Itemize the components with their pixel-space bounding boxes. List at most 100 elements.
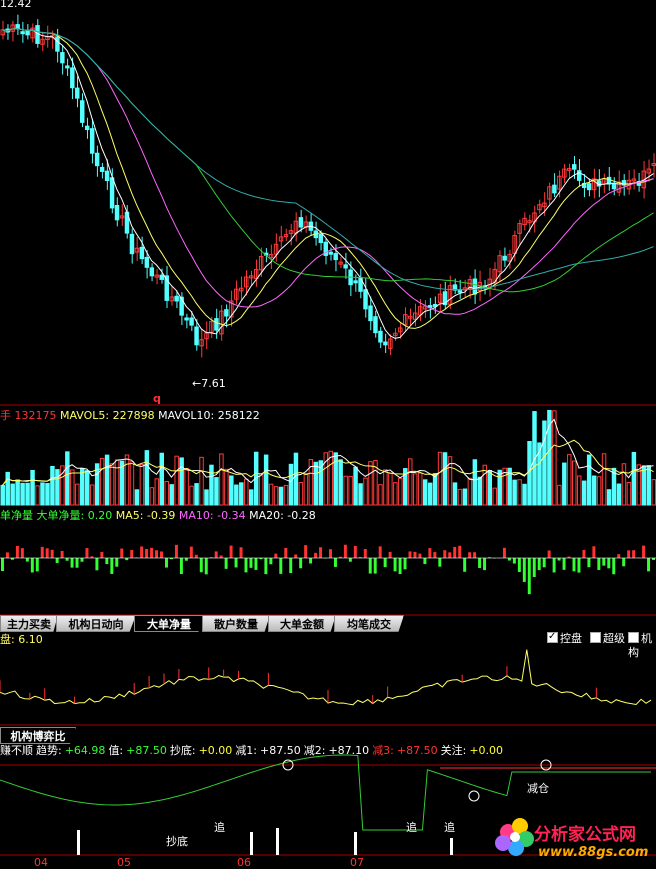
- volume-bar: [185, 469, 188, 505]
- indicator-tab-bar: 主力买卖 机构日动向 大单净量 散户数量 大单金额 均笔成交: [0, 615, 656, 633]
- checkbox-super-box[interactable]: [590, 632, 601, 643]
- big-order-bar: [632, 550, 635, 558]
- candle-body: [16, 25, 19, 29]
- volume-bar: [518, 480, 521, 505]
- big-order-ma20: MA20: -0.28: [249, 509, 316, 522]
- big-order-bar: [230, 546, 233, 558]
- big-order-name: 大单净量:: [37, 509, 85, 522]
- game-legend-part: 关注:: [441, 744, 467, 757]
- big-order-bar: [622, 558, 625, 566]
- big-order-bar: [145, 549, 148, 558]
- game-legend-part: 减1:: [235, 744, 257, 757]
- tab-big-order-amount[interactable]: 大单金额: [268, 615, 336, 632]
- big-order-bar: [56, 558, 59, 563]
- big-order-bar: [438, 558, 441, 567]
- volume-bar: [36, 486, 39, 505]
- volume-bar: [299, 483, 302, 505]
- big-order-bar: [155, 550, 158, 558]
- tab-institution-game[interactable]: 机构博弈比: [0, 727, 76, 744]
- checkbox-control-label: 控盘: [560, 632, 582, 645]
- big-order-bar: [483, 558, 486, 570]
- big-order-bar: [319, 547, 322, 558]
- big-order-bar: [448, 552, 451, 558]
- x-axis-label-04: 04: [34, 856, 48, 869]
- game-legend-part: 减2:: [304, 744, 326, 757]
- checkbox-control[interactable]: 控盘: [547, 632, 582, 646]
- big-order-bar: [284, 548, 287, 558]
- game-legend-part: +87.10: [328, 744, 369, 757]
- checkbox-super[interactable]: 超级: [590, 632, 625, 646]
- big-order-bar: [349, 558, 352, 562]
- candle-body: [344, 265, 347, 268]
- volume-bar: [195, 484, 198, 505]
- big-order-bar: [528, 558, 531, 594]
- candle-body: [299, 218, 302, 227]
- control-line: [0, 650, 651, 705]
- volume-bar: [100, 458, 103, 505]
- checkbox-control-box[interactable]: [547, 632, 558, 643]
- volume-bar: [105, 455, 108, 505]
- volume-bar: [230, 476, 233, 505]
- big-order-bar: [225, 558, 228, 569]
- candle-body: [587, 184, 590, 190]
- candle-body: [379, 331, 382, 342]
- big-order-bar: [81, 558, 84, 562]
- big-order-bar: [309, 558, 312, 563]
- game-panel-legend: 赚不顺趋势:+64.98值:+87.50抄底:+0.00减1:+87.50减2:…: [0, 743, 506, 759]
- volume-bar: [563, 463, 566, 505]
- chart-canvas[interactable]: [0, 0, 656, 868]
- big-order-bar: [6, 552, 9, 558]
- volume-bar: [473, 460, 476, 505]
- tab-big-order-net[interactable]: 大单净量: [134, 615, 204, 632]
- big-order-bar: [269, 558, 272, 564]
- candle-body: [21, 32, 24, 34]
- price-low-label: ←7.61: [192, 377, 226, 390]
- volume-bar: [627, 483, 630, 505]
- volume-bar: [379, 485, 382, 505]
- tab-avg-trade[interactable]: 均笔成交: [334, 615, 404, 632]
- big-order-bar: [379, 546, 382, 558]
- tab-main-buy-sell[interactable]: 主力买卖: [0, 615, 58, 632]
- big-order-bar: [428, 548, 431, 558]
- volume-bar: [428, 483, 431, 505]
- big-order-bar: [409, 551, 412, 558]
- big-order-bar: [617, 554, 620, 558]
- x-axis-label-07: 07: [350, 856, 364, 869]
- volume-bar: [165, 482, 168, 505]
- big-order-value: 0.20: [88, 509, 113, 522]
- volume-bar: [180, 458, 183, 505]
- volume-bar: [115, 460, 118, 505]
- price-low-value: 7.61: [201, 377, 226, 390]
- big-order-bar: [513, 558, 516, 564]
- big-order-bar: [563, 558, 566, 570]
- checkbox-institution-box[interactable]: [628, 632, 639, 643]
- watermark-url: www.88gs.com: [538, 845, 648, 860]
- volume-bar: [622, 464, 625, 505]
- big-order-bar: [76, 558, 79, 568]
- volume-bar: [394, 483, 397, 505]
- big-order-bar: [95, 558, 98, 570]
- volume-bar: [354, 467, 357, 505]
- big-order-bar: [582, 550, 585, 558]
- candle-body: [190, 318, 193, 325]
- checkbox-institution[interactable]: 机构: [628, 632, 656, 660]
- volume-bar: [235, 485, 238, 505]
- big-order-bar: [538, 558, 541, 570]
- big-order-bar: [344, 545, 347, 558]
- candle-body: [215, 319, 218, 331]
- volume-bar: [413, 474, 416, 505]
- big-order-bar: [274, 554, 277, 558]
- big-order-bar: [399, 558, 402, 574]
- volume-bar: [274, 487, 277, 505]
- tab-retail-count[interactable]: 散户数量: [202, 615, 270, 632]
- volume-bar: [140, 465, 143, 505]
- game-legend-part: +87.50: [397, 744, 438, 757]
- tab-institution-daily[interactable]: 机构日动向: [56, 615, 136, 632]
- volume-bar: [334, 453, 337, 505]
- volume-bar: [90, 485, 93, 505]
- volume-bar: [304, 473, 307, 505]
- volume-bar: [56, 470, 59, 505]
- watermark-title: 分析家公式网: [534, 820, 636, 845]
- volume-bar: [592, 476, 595, 505]
- volume-bar: [81, 469, 84, 505]
